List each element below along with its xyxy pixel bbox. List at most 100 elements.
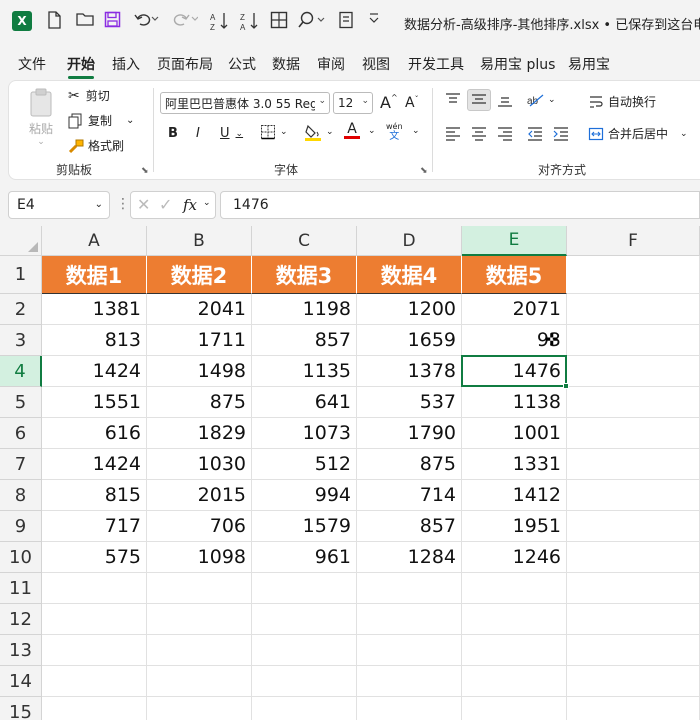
- table-cell[interactable]: 616: [42, 418, 147, 449]
- row-header-14[interactable]: 14: [0, 666, 42, 697]
- enter-icon[interactable]: ✓: [159, 195, 172, 214]
- table-cell[interactable]: [357, 635, 462, 666]
- table-cell[interactable]: [147, 635, 252, 666]
- table-cell[interactable]: 1381: [42, 294, 147, 325]
- table-cell[interactable]: [567, 387, 700, 418]
- column-header-e[interactable]: E: [462, 226, 567, 256]
- table-cell[interactable]: [252, 666, 357, 697]
- table-cell[interactable]: 815: [42, 480, 147, 511]
- table-cell[interactable]: [567, 294, 700, 325]
- align-left-button[interactable]: [444, 125, 462, 141]
- table-cell[interactable]: 813: [42, 325, 147, 356]
- fill-handle[interactable]: [563, 383, 569, 389]
- table-cell[interactable]: 1551: [42, 387, 147, 418]
- table-cell[interactable]: 1711: [147, 325, 252, 356]
- table-cell[interactable]: [462, 635, 567, 666]
- table-cell[interactable]: 994: [252, 480, 357, 511]
- table-cell[interactable]: 1498: [147, 356, 252, 387]
- table-cell[interactable]: [42, 635, 147, 666]
- row-header-5[interactable]: 5: [0, 387, 42, 418]
- tab-formulas[interactable]: 公式: [228, 54, 256, 74]
- table-cell[interactable]: 1001: [462, 418, 567, 449]
- find-icon[interactable]: [298, 11, 326, 29]
- table-cell[interactable]: 1073: [252, 418, 357, 449]
- table-cell[interactable]: [462, 697, 567, 720]
- sort-descending-icon[interactable]: ZA: [240, 11, 260, 31]
- column-header-a[interactable]: A: [42, 226, 147, 256]
- row-header-3[interactable]: 3: [0, 325, 42, 356]
- align-top-button[interactable]: [444, 91, 462, 109]
- column-title-cell[interactable]: 数据4: [357, 256, 462, 294]
- column-title-cell[interactable]: 数据5: [462, 256, 567, 294]
- column-header-d[interactable]: D: [357, 226, 462, 256]
- table-cell[interactable]: [252, 697, 357, 720]
- chevron-down-icon[interactable]: ⌄: [203, 198, 211, 208]
- row-header-1[interactable]: 1: [0, 256, 42, 294]
- row-header-15[interactable]: 15: [0, 697, 42, 720]
- tab-developer[interactable]: 开发工具: [408, 54, 464, 74]
- row-header-7[interactable]: 7: [0, 449, 42, 480]
- tab-home[interactable]: 开始: [67, 54, 95, 74]
- tab-review[interactable]: 审阅: [317, 54, 345, 74]
- table-cell[interactable]: 857: [252, 325, 357, 356]
- align-center-button[interactable]: [470, 125, 488, 141]
- increase-indent-button[interactable]: [552, 125, 570, 141]
- table-cell[interactable]: [147, 573, 252, 604]
- row-header-4[interactable]: 4: [0, 356, 42, 387]
- table-cell[interactable]: 1098: [147, 542, 252, 573]
- row-header-8[interactable]: 8: [0, 480, 42, 511]
- align-right-button[interactable]: [496, 125, 514, 141]
- font-size-combo[interactable]: 12 ⌄: [333, 92, 373, 114]
- table-cell[interactable]: 1424: [42, 449, 147, 480]
- table-cell[interactable]: 2071: [462, 294, 567, 325]
- customize-toolbar-icon[interactable]: [368, 11, 380, 25]
- bold-button[interactable]: B: [168, 126, 178, 141]
- align-middle-button[interactable]: [467, 89, 491, 111]
- align-bottom-button[interactable]: [496, 91, 514, 109]
- grow-font-button[interactable]: A ^: [380, 93, 398, 112]
- table-cell[interactable]: 512: [252, 449, 357, 480]
- column-title-cell[interactable]: 数据1: [42, 256, 147, 294]
- row-header-2[interactable]: 2: [0, 294, 42, 325]
- table-cell[interactable]: [147, 697, 252, 720]
- table-cell[interactable]: [42, 666, 147, 697]
- form-icon[interactable]: [338, 11, 354, 29]
- tab-page-layout[interactable]: 页面布局: [157, 54, 213, 74]
- sort-ascending-icon[interactable]: AZ: [210, 11, 230, 31]
- table-cell[interactable]: 1378: [357, 356, 462, 387]
- row-header-6[interactable]: 6: [0, 418, 42, 449]
- borders-icon[interactable]: [270, 11, 288, 29]
- table-cell[interactable]: [147, 666, 252, 697]
- table-cell[interactable]: 1476: [462, 356, 567, 387]
- table-cell[interactable]: [357, 573, 462, 604]
- table-cell[interactable]: [357, 666, 462, 697]
- row-header-10[interactable]: 10: [0, 542, 42, 573]
- decrease-indent-button[interactable]: [526, 125, 544, 141]
- row-header-13[interactable]: 13: [0, 635, 42, 666]
- table-cell[interactable]: 714: [357, 480, 462, 511]
- table-cell[interactable]: 961: [252, 542, 357, 573]
- column-title-cell[interactable]: 数据3: [252, 256, 357, 294]
- italic-button[interactable]: I: [196, 126, 200, 141]
- insert-function-button[interactable]: fx: [183, 196, 197, 214]
- table-cell[interactable]: [252, 604, 357, 635]
- table-cell[interactable]: [567, 697, 700, 720]
- table-cell[interactable]: 857: [357, 511, 462, 542]
- table-cell[interactable]: 875: [357, 449, 462, 480]
- column-header-b[interactable]: B: [147, 226, 252, 256]
- copy-button[interactable]: 复制 ⌄: [68, 112, 134, 129]
- table-cell[interactable]: [357, 697, 462, 720]
- table-cell[interactable]: [567, 449, 700, 480]
- table-cell[interactable]: [357, 604, 462, 635]
- table-cell[interactable]: 1030: [147, 449, 252, 480]
- undo-icon[interactable]: [134, 11, 160, 27]
- tab-view[interactable]: 视图: [362, 54, 390, 74]
- table-cell[interactable]: [567, 325, 700, 356]
- row-header-11[interactable]: 11: [0, 573, 42, 604]
- table-cell[interactable]: [567, 256, 700, 294]
- table-cell[interactable]: [567, 573, 700, 604]
- row-header-9[interactable]: 9: [0, 511, 42, 542]
- table-cell[interactable]: 641: [252, 387, 357, 418]
- table-cell[interactable]: [252, 573, 357, 604]
- table-cell[interactable]: 1659: [357, 325, 462, 356]
